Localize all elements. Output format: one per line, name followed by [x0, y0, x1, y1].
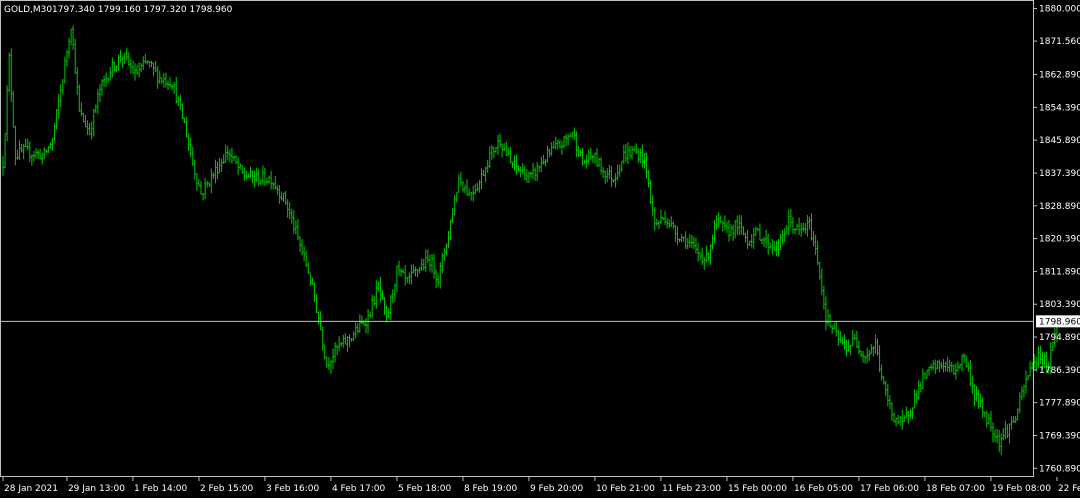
price-axis-label: 1811.890 — [1039, 267, 1080, 277]
price-axis-label: 1803.390 — [1039, 300, 1080, 310]
time-axis-label: 28 Jan 2021 — [4, 484, 58, 494]
time-axis-label: 3 Feb 16:00 — [266, 484, 320, 494]
time-axis-label: 8 Feb 19:00 — [464, 484, 518, 494]
price-axis-label: 1871.560 — [1039, 37, 1080, 47]
price-axis-label: 1828.890 — [1039, 202, 1080, 212]
price-axis-label: 1880.000 — [1039, 5, 1080, 15]
time-axis-label: 4 Feb 17:00 — [332, 484, 386, 494]
chart-background — [0, 0, 1080, 498]
price-axis-label: 1820.390 — [1039, 235, 1080, 245]
time-axis-label: 19 Feb 08:00 — [992, 484, 1051, 494]
time-axis-label: 29 Jan 13:00 — [68, 484, 125, 494]
time-axis-label: 1 Feb 14:00 — [134, 484, 188, 494]
time-axis-label: 15 Feb 00:00 — [728, 484, 787, 494]
time-axis-label: 17 Feb 06:00 — [860, 484, 919, 494]
price-axis: 1880.000 1871.560 1862.890 1854.390 1845.890… — [1033, 5, 1080, 474]
price-axis-label: 1794.890 — [1039, 333, 1080, 343]
ohlc-readout: 1797.340 1799.160 1797.320 1798.960 — [52, 5, 233, 15]
symbol-timeframe-label: GOLD,M30 — [4, 5, 52, 15]
price-axis-label: 1769.390 — [1039, 431, 1080, 441]
price-axis-label: 1854.390 — [1039, 103, 1080, 113]
price-axis-label: 1760.890 — [1039, 464, 1080, 474]
time-axis-label: 11 Feb 23:00 — [662, 484, 721, 494]
price-axis-label: 1786.390 — [1039, 366, 1080, 376]
current-price-label: 1798.960 — [1039, 317, 1080, 327]
time-axis-label: 18 Feb 07:00 — [926, 484, 985, 494]
time-axis-label: 22 Feb 09:00 — [1058, 484, 1080, 494]
time-axis-label: 16 Feb 05:00 — [794, 484, 853, 494]
time-axis-label: 9 Feb 20:00 — [530, 484, 584, 494]
price-axis-label: 1845.890 — [1039, 136, 1080, 146]
price-axis-label: 1837.390 — [1039, 169, 1080, 179]
price-axis-label: 1777.890 — [1039, 399, 1080, 409]
price-axis-label: 1862.890 — [1039, 71, 1080, 81]
price-chart[interactable]: 1880.000 1871.560 1862.890 1854.390 1845.890… — [0, 0, 1080, 498]
time-axis-label: 10 Feb 21:00 — [596, 484, 655, 494]
time-axis-label: 5 Feb 18:00 — [398, 484, 452, 494]
time-axis-label: 2 Feb 15:00 — [200, 484, 254, 494]
